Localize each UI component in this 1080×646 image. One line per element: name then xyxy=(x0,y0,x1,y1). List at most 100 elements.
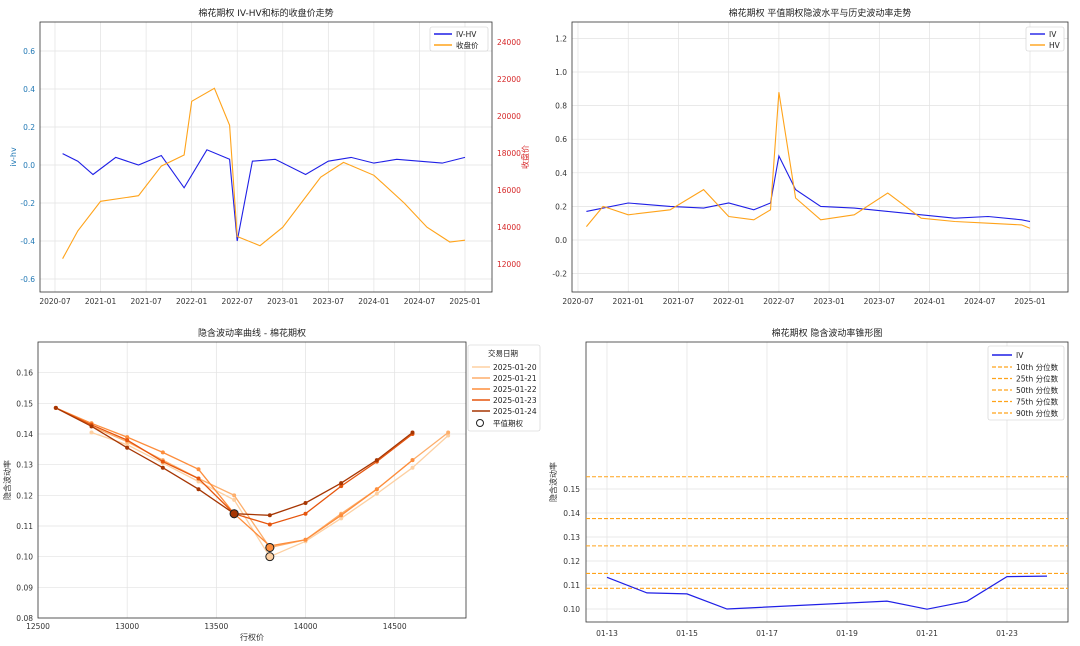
data-point xyxy=(232,493,237,498)
legend-label: IV xyxy=(1049,30,1057,39)
legend-title: 交易日期 xyxy=(488,348,518,358)
series-line-2025-01-22 xyxy=(55,407,413,547)
x-tick-label: 01-15 xyxy=(676,629,698,638)
legend: IV HV xyxy=(1025,26,1065,52)
data-point xyxy=(374,487,379,492)
chart-iv-cone: 01-13 01-15 01-17 01-19 01-21 01-23 0.10 0.11 0.… xyxy=(548,327,1069,638)
y-tick-label: 0.12 xyxy=(563,557,580,566)
charts-canvas: 2020-07 2021-01 2021-07 2022-01 2022-07 2023-… xyxy=(2,7,1069,642)
legend-label: 10th 分位数 xyxy=(1016,362,1059,372)
data-point xyxy=(374,491,379,496)
legend-label: 50th 分位数 xyxy=(1016,385,1059,395)
x-tick-label: 14500 xyxy=(383,622,407,631)
legend-label: 90th 分位数 xyxy=(1016,408,1059,418)
y-tick-label: 0.6 xyxy=(555,135,567,144)
series-line-2025-01-23 xyxy=(55,407,413,526)
data-point xyxy=(339,513,344,518)
data-point xyxy=(160,465,165,470)
chart-title: 隐含波动率曲线 - 棉花期权 xyxy=(198,327,306,339)
x-tick-label: 01-19 xyxy=(836,629,858,638)
x-tick-label: 2024-07 xyxy=(404,297,436,306)
x-tick-label: 2025-01 xyxy=(449,297,481,306)
data-point xyxy=(125,445,130,450)
data-point xyxy=(267,522,272,527)
atm-marker xyxy=(265,542,275,552)
legend-label: 2025-01-23 xyxy=(493,396,537,405)
y-tick-label: -0.2 xyxy=(552,270,567,279)
y2-tick-label: 22000 xyxy=(497,75,521,84)
legend-label: 25th 分位数 xyxy=(1016,374,1059,384)
y2-tick-label: 18000 xyxy=(497,149,521,158)
y-tick-label: 0.13 xyxy=(563,533,580,542)
x-tick-label: 2021-07 xyxy=(663,297,695,306)
x-tick-label: 2022-01 xyxy=(713,297,745,306)
chart-title: 棉花期权 隐含波动率锥形图 xyxy=(772,327,883,339)
chart-ivhv-close: 2020-07 2021-01 2021-07 2022-01 2022-07 2023-… xyxy=(9,7,530,306)
y-tick-label: 0.16 xyxy=(16,369,33,378)
series-line-iv-hv xyxy=(62,149,466,242)
data-point xyxy=(446,430,451,435)
data-point xyxy=(303,511,308,516)
legend: 交易日期 2025-01-20 2025-01-21 2025-01-22 2025-0… xyxy=(467,344,541,432)
y-tick-label: 0.13 xyxy=(16,461,33,470)
y-tick-label: 0.6 xyxy=(23,47,35,56)
y-tick-label: 0.08 xyxy=(16,614,33,623)
data-point xyxy=(303,501,308,505)
y-tick-label: 0.10 xyxy=(16,553,33,562)
data-point xyxy=(196,487,201,492)
y2-tick-label: 16000 xyxy=(497,186,521,195)
x-tick-label: 2022-01 xyxy=(176,297,208,306)
x-tick-label: 2023-01 xyxy=(267,297,299,306)
y-tick-label: 0.11 xyxy=(16,522,33,531)
y-tick-label: 0.4 xyxy=(23,85,35,94)
chart-iv-hv-levels: 2020-07 2021-01 2021-07 2022-01 2022-07 2023-… xyxy=(552,7,1069,306)
y2-tick-label: 24000 xyxy=(497,38,521,47)
y-tick-label: 0.11 xyxy=(563,581,580,590)
x-axis-label: 行权价 xyxy=(240,632,264,642)
atm-marker xyxy=(229,509,239,519)
x-tick-label: 2023-07 xyxy=(864,297,896,306)
data-point xyxy=(89,430,94,435)
x-tick-label: 2023-07 xyxy=(313,297,345,306)
plot-frame xyxy=(571,21,1069,293)
x-tick-label: 14000 xyxy=(294,622,318,631)
atm-marker xyxy=(265,552,275,562)
plot-frame xyxy=(37,341,467,619)
y-tick-label: 0.15 xyxy=(16,399,33,408)
x-tick-label: 2024-01 xyxy=(358,297,390,306)
y-tick-label: 0.12 xyxy=(16,491,33,500)
legend-label: 75th 分位数 xyxy=(1016,397,1059,407)
y-tick-label: 0.09 xyxy=(16,583,33,592)
data-point xyxy=(89,424,94,429)
data-point xyxy=(53,405,58,410)
x-tick-label: 13000 xyxy=(115,622,139,631)
y-tick-label: 0.10 xyxy=(563,605,580,614)
y-tick-label: 0.0 xyxy=(555,236,567,245)
chart-title: 棉花期权 平值期权隐波水平与历史波动率走势 xyxy=(729,7,912,19)
x-tick-label: 2023-01 xyxy=(813,297,845,306)
y2-tick-label: 12000 xyxy=(497,260,521,269)
data-point xyxy=(160,459,165,464)
data-point xyxy=(267,513,272,518)
data-point xyxy=(160,450,165,455)
y-tick-label: 0.14 xyxy=(563,509,580,518)
y-tick-label: 0.8 xyxy=(555,102,567,111)
data-point xyxy=(196,467,201,472)
data-point xyxy=(374,458,379,463)
x-tick-label: 2020-07 xyxy=(39,297,71,306)
y2-axis-label: 收盘价 xyxy=(520,145,530,169)
legend-label: HV xyxy=(1049,41,1061,50)
x-tick-label: 01-17 xyxy=(756,629,778,638)
series-line-close-price xyxy=(62,87,466,259)
y2-tick-label: 14000 xyxy=(497,223,521,232)
x-tick-label: 12500 xyxy=(26,622,50,631)
x-tick-label: 2024-01 xyxy=(914,297,946,306)
y-axis-label: 隐含波动率 xyxy=(2,460,12,500)
legend-label: 2025-01-20 xyxy=(493,363,537,372)
legend: IV 10th 分位数 25th 分位数50th 分位数 75th 分位数90th 分… xyxy=(987,345,1065,421)
y-tick-label: 1.0 xyxy=(555,68,567,77)
x-tick-label: 2022-07 xyxy=(222,297,254,306)
x-tick-label: 2021-01 xyxy=(85,297,117,306)
data-point xyxy=(410,465,415,470)
x-tick-label: 2024-07 xyxy=(964,297,996,306)
